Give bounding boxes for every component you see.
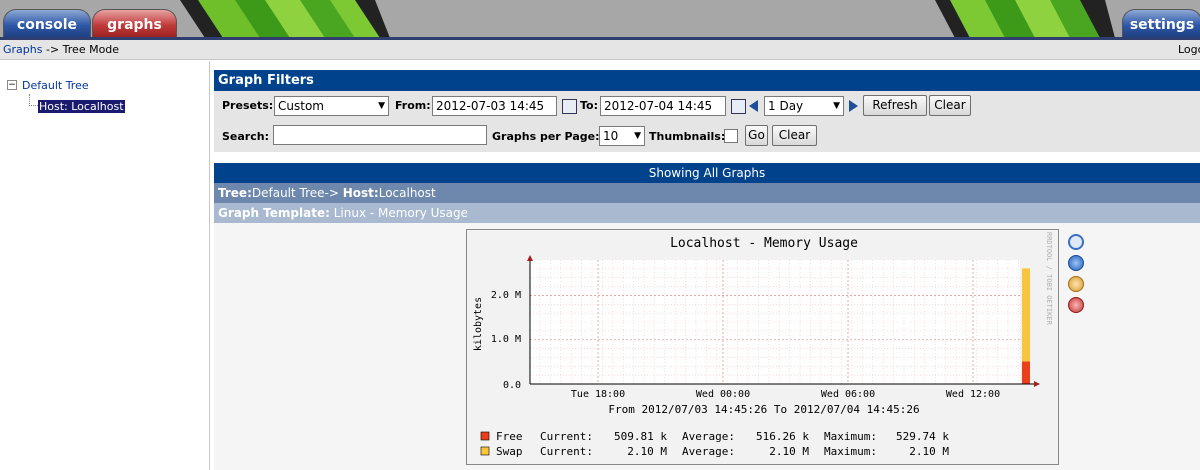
zoom-icon[interactable] — [1068, 234, 1084, 250]
presets-label: Presets: — [222, 99, 274, 112]
graph-template-header: Graph Template: Linux - Memory Usage — [214, 203, 1200, 223]
graph-svg: Localhost - Memory Usage kilobytes 2.0 M… — [473, 232, 1053, 458]
legend-swatch-swap — [480, 446, 490, 456]
timespan-value: 1 Day — [768, 99, 804, 113]
series-bars — [1022, 268, 1030, 384]
chevron-down-icon: ▼ — [833, 101, 840, 111]
graph-title: Localhost - Memory Usage — [670, 236, 858, 251]
legend-average-label: Average: — [682, 445, 735, 458]
tree-host-header: Tree:Default Tree-> Host:Localhost — [214, 183, 1200, 203]
plot-area — [530, 260, 1020, 384]
tree-connector — [29, 94, 38, 106]
graph-template-label: Graph Template: — [218, 206, 330, 220]
chevron-down-icon: ▼ — [634, 131, 641, 141]
x-tick-label: Wed 12:00 — [946, 389, 1000, 400]
tree-collapse-icon[interactable]: − — [7, 80, 17, 90]
move-icon[interactable] — [1068, 255, 1084, 271]
x-tick-label: Wed 06:00 — [821, 389, 875, 400]
tab-settings[interactable]: settings — [1122, 9, 1200, 38]
thumbnails-checkbox[interactable] — [724, 129, 738, 143]
rrdtool-watermark: RRDTOOL / TOBI OETIKER — [1045, 232, 1053, 326]
y-tick-label: 0.0 — [503, 380, 521, 391]
legend-maximum-value: 529.74 k — [896, 430, 949, 443]
tree-label: Tree: — [218, 186, 252, 200]
green-stripe-decoration-right — [935, 0, 1115, 38]
refresh-button[interactable]: Refresh — [863, 95, 927, 116]
legend-name-swap: Swap — [496, 445, 523, 458]
legend-name-free: Free — [496, 430, 523, 443]
tree-item-default-tree[interactable]: Default Tree — [22, 79, 89, 92]
graphs-per-page-value: 10 — [603, 129, 619, 143]
green-stripe-decoration-left — [180, 0, 390, 38]
memory-usage-graph[interactable]: Localhost - Memory Usage kilobytes 2.0 M… — [466, 229, 1059, 465]
graphs-per-page-select[interactable]: 10 ▼ — [599, 126, 645, 146]
x-tick-label: Tue 18:00 — [571, 389, 625, 400]
thumbnails-label: Thumbnails: — [649, 130, 726, 143]
clear-button[interactable]: Clear — [929, 95, 971, 116]
tree-value: Default Tree-> — [251, 186, 339, 200]
legend-average-value: 516.26 k — [756, 430, 809, 443]
graph-template-value: Linux - Memory Usage — [333, 206, 469, 220]
legend-maximum-value: 2.10 M — [909, 445, 949, 458]
breadcrumb-current: -> Tree Mode — [45, 43, 120, 56]
legend-current-value: 509.81 k — [614, 430, 667, 443]
breadcrumb: Graphs -> Tree Mode — [3, 40, 119, 59]
shift-left-arrow-icon[interactable] — [749, 100, 758, 112]
calendar-icon[interactable] — [731, 99, 746, 114]
legend-swatch-free — [480, 431, 490, 441]
tree-item-host-localhost[interactable]: Host: Localhost — [38, 100, 125, 113]
presets-select[interactable]: Custom ▼ — [274, 96, 389, 116]
to-date-input[interactable]: 2012-07-04 14:45 — [600, 96, 726, 116]
search-label: Search: — [222, 130, 269, 143]
properties-icon[interactable] — [1068, 276, 1084, 292]
chevron-down-icon: ▼ — [378, 101, 385, 111]
y-tick-label: 1.0 M — [491, 334, 521, 345]
legend-maximum-label: Maximum: — [824, 445, 877, 458]
host-value: Localhost — [378, 186, 436, 200]
search-input[interactable] — [273, 125, 487, 145]
clear-search-button[interactable]: Clear — [772, 125, 817, 146]
top-navigation-bar: console graphs settings — [0, 0, 1200, 38]
time-range-text: From 2012/07/03 14:45:26 To 2012/07/04 1… — [608, 403, 919, 416]
legend-current-label: Current: — [540, 430, 593, 443]
delete-icon[interactable] — [1068, 297, 1084, 313]
x-axis-arrow — [1034, 381, 1040, 387]
timespan-select[interactable]: 1 Day ▼ — [764, 96, 844, 116]
from-label: From: — [395, 99, 431, 112]
graph-filters-title: Graph Filters — [214, 70, 1200, 91]
breadcrumb-link-graphs[interactable]: Graphs — [3, 43, 42, 56]
graphs-per-page-label: Graphs per Page: — [492, 130, 600, 143]
breadcrumb-bar: Graphs -> Tree Mode Logo — [0, 40, 1200, 60]
legend-average-value: 2.10 M — [769, 445, 809, 458]
bar-swap — [1022, 268, 1030, 362]
calendar-icon[interactable] — [562, 99, 577, 114]
x-tick-label: Wed 00:00 — [696, 389, 750, 400]
y-axis-label: kilobytes — [473, 297, 484, 351]
legend-maximum-label: Maximum: — [824, 430, 877, 443]
presets-value: Custom — [278, 99, 324, 113]
y-tick-label: 2.0 M — [491, 290, 521, 301]
tab-console[interactable]: console — [3, 9, 91, 38]
tree-panel: − Default Tree Host: Localhost — [0, 61, 210, 470]
legend-average-label: Average: — [682, 430, 735, 443]
legend-current-value: 2.10 M — [627, 445, 667, 458]
from-date-input[interactable]: 2012-07-03 14:45 — [432, 96, 557, 116]
tab-graphs[interactable]: graphs — [92, 9, 177, 38]
legend-current-label: Current: — [540, 445, 593, 458]
to-label: To: — [580, 99, 598, 112]
shift-right-arrow-icon[interactable] — [849, 100, 858, 112]
go-button[interactable]: Go — [745, 125, 768, 146]
bar-free — [1022, 361, 1030, 384]
host-label: Host: — [342, 186, 379, 200]
logout-link[interactable]: Logo — [1178, 40, 1200, 59]
y-axis-arrow — [527, 255, 533, 261]
showing-all-graphs-bar: Showing All Graphs — [214, 163, 1200, 183]
